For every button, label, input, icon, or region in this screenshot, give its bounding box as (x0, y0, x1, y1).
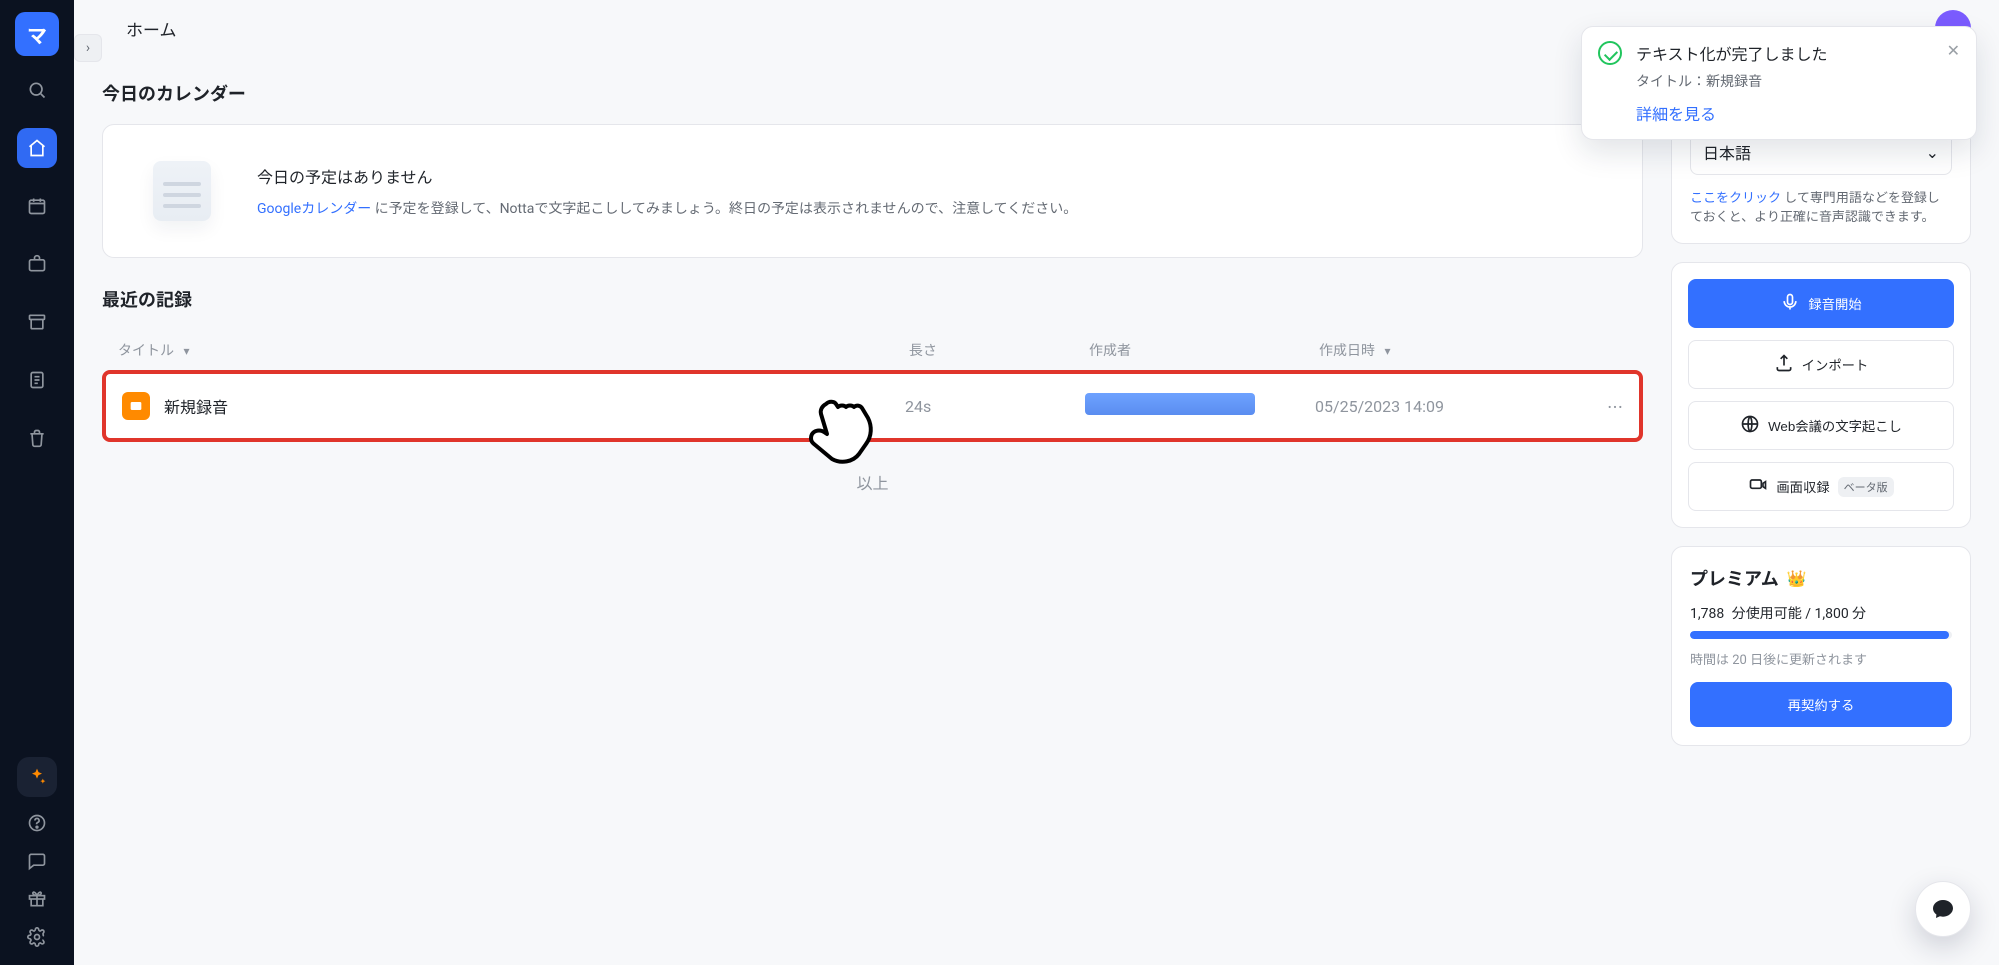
chevron-down-icon: ⌄ (1926, 143, 1939, 162)
google-calendar-link[interactable]: Googleカレンダー (257, 201, 371, 217)
sidebar-home-icon[interactable] (17, 128, 57, 168)
toast-close-icon[interactable]: ✕ (1947, 41, 1960, 125)
sidebar-calendar-icon[interactable] (17, 186, 57, 226)
sidebar-note-icon[interactable] (17, 360, 57, 400)
sort-title-icon[interactable]: ▾ (183, 344, 189, 358)
toast-transcription-complete: テキスト化が完了しました タイトル：新規録音 詳細を見る ✕ (1581, 26, 1977, 140)
renew-label: 再契約する (1788, 695, 1855, 714)
chat-fab[interactable] (1915, 881, 1971, 937)
sidebar-archive-icon[interactable] (17, 302, 57, 342)
calendar-illustration-icon (133, 151, 231, 231)
chat-bubble-icon (1931, 897, 1955, 921)
check-circle-icon (1598, 41, 1622, 65)
record-length: 24s (905, 397, 1085, 416)
record-title: 新規録音 (164, 394, 905, 418)
records-footer: 以上 (102, 442, 1643, 504)
start-recording-label: 録音開始 (1808, 294, 1861, 313)
sidebar: マ (0, 0, 74, 965)
recording-icon (122, 392, 150, 420)
calendar-empty-title: 今日の予定はありません (257, 164, 1077, 188)
globe-icon (1740, 414, 1760, 437)
sort-created-icon[interactable]: ▾ (1384, 344, 1390, 358)
start-recording-button[interactable]: 録音開始 (1688, 279, 1954, 328)
import-button[interactable]: インポート (1688, 340, 1954, 389)
col-author: 作成者 (1089, 343, 1131, 359)
record-author (1085, 393, 1315, 419)
screen-record-button[interactable]: 画面収録 ベータ版 (1688, 462, 1954, 511)
sidebar-briefcase-icon[interactable] (17, 244, 57, 284)
language-value: 日本語 (1703, 140, 1751, 164)
sidebar-gift-icon[interactable] (27, 889, 47, 913)
record-created: 05/25/2023 14:09 (1315, 397, 1575, 416)
import-label: インポート (1802, 355, 1869, 374)
record-row[interactable]: 新規録音 24s 05/25/2023 14:09 ⋯ (102, 370, 1643, 442)
sidebar-settings-icon[interactable] (27, 927, 47, 951)
web-meeting-label: Web会議の文字起こし (1768, 416, 1902, 435)
premium-title: プレミアム (1690, 565, 1779, 591)
sidebar-help-icon[interactable] (27, 813, 47, 837)
premium-usage: 1,788 分使用可能 / 1,800 分 (1690, 603, 1952, 623)
mic-icon (1780, 292, 1800, 315)
web-meeting-button[interactable]: Web会議の文字起こし (1688, 401, 1954, 450)
col-title[interactable]: タイトル (118, 343, 174, 359)
sidebar-sparkle-icon[interactable] (17, 757, 57, 797)
premium-progress (1690, 631, 1952, 639)
col-created[interactable]: 作成日時 (1319, 343, 1375, 359)
records-header: タイトル ▾ 長さ 作成者 作成日時 ▾ (102, 330, 1643, 370)
premium-refresh-note: 時間は 20 日後に更新されます (1690, 649, 1952, 668)
toast-title: テキスト化が完了しました (1636, 41, 1933, 65)
sidebar-trash-icon[interactable] (17, 418, 57, 458)
dictionary-link[interactable]: ここをクリック (1690, 191, 1781, 206)
sidebar-search-icon[interactable] (17, 70, 57, 110)
sidebar-collapse-handle[interactable]: › (74, 34, 102, 62)
renew-button[interactable]: 再契約する (1690, 682, 1952, 727)
calendar-section-title: 今日のカレンダー (102, 80, 1643, 106)
calendar-empty-card: 今日の予定はありません Googleカレンダー に予定を登録して、Nottaで文… (102, 124, 1643, 258)
page-title: ホーム (126, 16, 177, 41)
screen-record-label: 画面収録 (1776, 477, 1829, 496)
screen-record-icon (1748, 475, 1768, 498)
calendar-empty-desc: に予定を登録して、Nottaで文字起こししてみましょう。終日の予定は表示されませ… (375, 201, 1078, 217)
records-section-title: 最近の記録 (102, 286, 1643, 312)
sidebar-feedback-icon[interactable] (27, 851, 47, 875)
toast-details-link[interactable]: 詳細を見る (1636, 101, 1716, 125)
toast-subtitle: タイトル：新規録音 (1636, 71, 1933, 91)
crown-icon: 👑 (1787, 569, 1807, 588)
beta-badge: ベータ版 (1838, 477, 1894, 497)
actions-panel: 録音開始 インポート Web会議の文字起こし (1671, 262, 1971, 528)
upload-icon (1774, 353, 1794, 376)
col-length: 長さ (909, 343, 937, 359)
premium-panel: プレミアム 👑 1,788 分使用可能 / 1,800 分 時間は 20 日後に… (1671, 546, 1971, 746)
app-logo[interactable]: マ (15, 12, 59, 56)
record-more-icon[interactable]: ⋯ (1575, 394, 1623, 418)
